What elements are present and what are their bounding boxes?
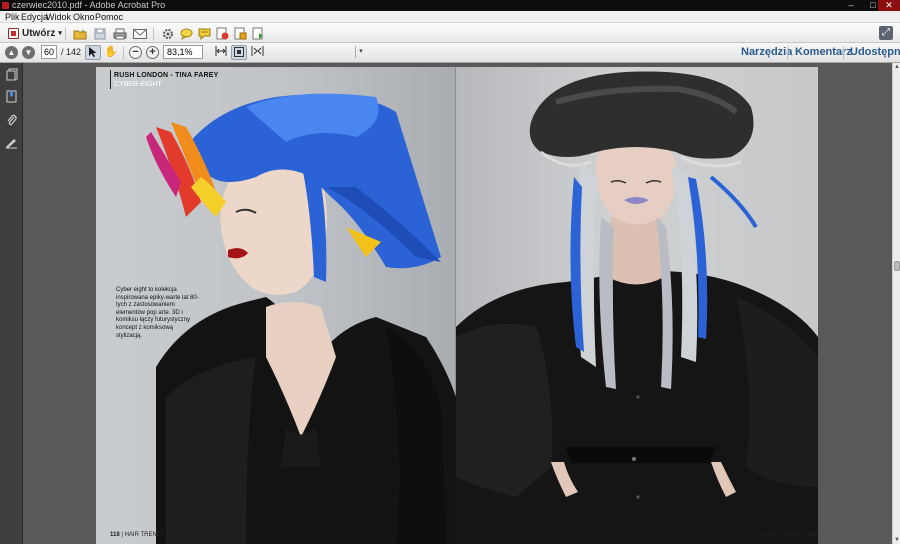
close-button[interactable]: ✕	[878, 0, 900, 11]
menu-item-window[interactable]: Okno	[73, 11, 95, 23]
chevron-down-icon: ▾	[58, 30, 62, 37]
previous-page-icon[interactable]: ▲	[5, 46, 18, 59]
zoom-value: 83,1%	[167, 47, 193, 57]
stamp-icon[interactable]	[214, 26, 230, 41]
menu-item-edit[interactable]: Edycja	[21, 11, 48, 23]
tab-divider	[843, 46, 844, 60]
menu-item-view[interactable]: Widok	[46, 11, 71, 23]
email-icon[interactable]	[132, 26, 148, 41]
bookmarks-icon[interactable]	[5, 90, 18, 103]
scroll-thumb[interactable]	[894, 261, 900, 271]
chevron-down-icon[interactable]: ▾	[355, 46, 366, 58]
menu-bar: Plik Edycja Widok Okno Pomoc	[0, 11, 900, 23]
navigation-panel	[0, 63, 23, 544]
page-119: HAIR TRENDY | 119	[456, 67, 818, 544]
two-page-view-icon[interactable]	[249, 45, 265, 60]
sticky-note-icon[interactable]	[196, 26, 212, 41]
caption-text: Cyber eight to kolekcja inspirowana epik…	[116, 287, 199, 339]
menu-item-help[interactable]: Pomoc	[95, 11, 123, 23]
zoom-in-icon[interactable]: +	[146, 46, 159, 59]
fit-page-icon[interactable]	[231, 45, 247, 60]
acrobat-logo-icon	[2, 2, 9, 9]
scroll-down-icon[interactable]: ▼	[893, 536, 900, 544]
folio-number: 118	[110, 532, 120, 538]
model-photo-right	[456, 71, 818, 544]
select-tool-icon[interactable]	[85, 45, 101, 60]
folio-right: HAIR TRENDY | 119	[762, 532, 817, 538]
zoom-out-icon[interactable]: −	[129, 46, 142, 59]
create-pdf-icon	[8, 27, 19, 39]
pages-icon[interactable]	[5, 68, 18, 81]
folio-number: 119	[807, 532, 818, 538]
tab-share[interactable]: Udostępnij	[850, 43, 900, 62]
toolbar-divider	[65, 27, 66, 40]
settings-icon[interactable]	[160, 26, 176, 41]
vertical-scrollbar[interactable]: ▲ ▼	[892, 63, 900, 544]
next-page-icon[interactable]: ▼	[22, 46, 35, 59]
comment-icon[interactable]	[178, 26, 194, 41]
scroll-up-icon[interactable]: ▲	[893, 63, 900, 71]
folio-left: 118 | HAIR TRENDY	[110, 532, 165, 538]
folio-text: HAIR TRENDY	[124, 532, 166, 538]
page-count: / 142	[61, 47, 82, 57]
navigation-toolbar: ▲ ▼ 60 / 142 ✋ − + 83,1% ▾ Narzędzia Kom…	[0, 43, 900, 63]
create-label: Utwórz	[22, 27, 56, 39]
attach-file-icon[interactable]	[250, 26, 266, 41]
minimize-button[interactable]: –	[840, 0, 862, 11]
save-icon[interactable]	[92, 26, 108, 41]
share-file-icon[interactable]	[232, 26, 248, 41]
signatures-icon[interactable]	[5, 137, 18, 150]
expand-icon[interactable]: ⤢	[879, 26, 893, 40]
folio-text: HAIR TRENDY	[762, 532, 803, 538]
document-view[interactable]: RUSH LONDON - TINA FAREY CYBER-EIGHT Cyb…	[23, 63, 892, 544]
tab-divider	[787, 46, 788, 60]
tab-tools[interactable]: Narzędzia	[741, 43, 792, 62]
attachments-icon[interactable]	[5, 114, 18, 127]
hand-tool-icon[interactable]: ✋	[103, 45, 119, 60]
page-118: RUSH LONDON - TINA FAREY CYBER-EIGHT Cyb…	[96, 67, 456, 544]
main-toolbar: Utwórz ▾ ⤢	[0, 23, 900, 43]
toolbar-divider	[153, 27, 154, 40]
toolbar-divider	[123, 46, 124, 59]
menu-item-file[interactable]: Plik	[5, 11, 20, 23]
window-title: czerwiec2010.pdf - Adobe Acrobat Pro	[12, 0, 166, 10]
open-folder-icon[interactable]	[72, 26, 88, 41]
fit-width-icon[interactable]	[213, 45, 229, 60]
create-button[interactable]: Utwórz ▾	[5, 26, 68, 40]
print-icon[interactable]	[112, 26, 128, 41]
title-bar: czerwiec2010.pdf - Adobe Acrobat Pro – □…	[0, 0, 900, 11]
page-number-input[interactable]: 60	[41, 45, 57, 59]
zoom-level-select[interactable]: 83,1% ▾	[163, 45, 363, 59]
